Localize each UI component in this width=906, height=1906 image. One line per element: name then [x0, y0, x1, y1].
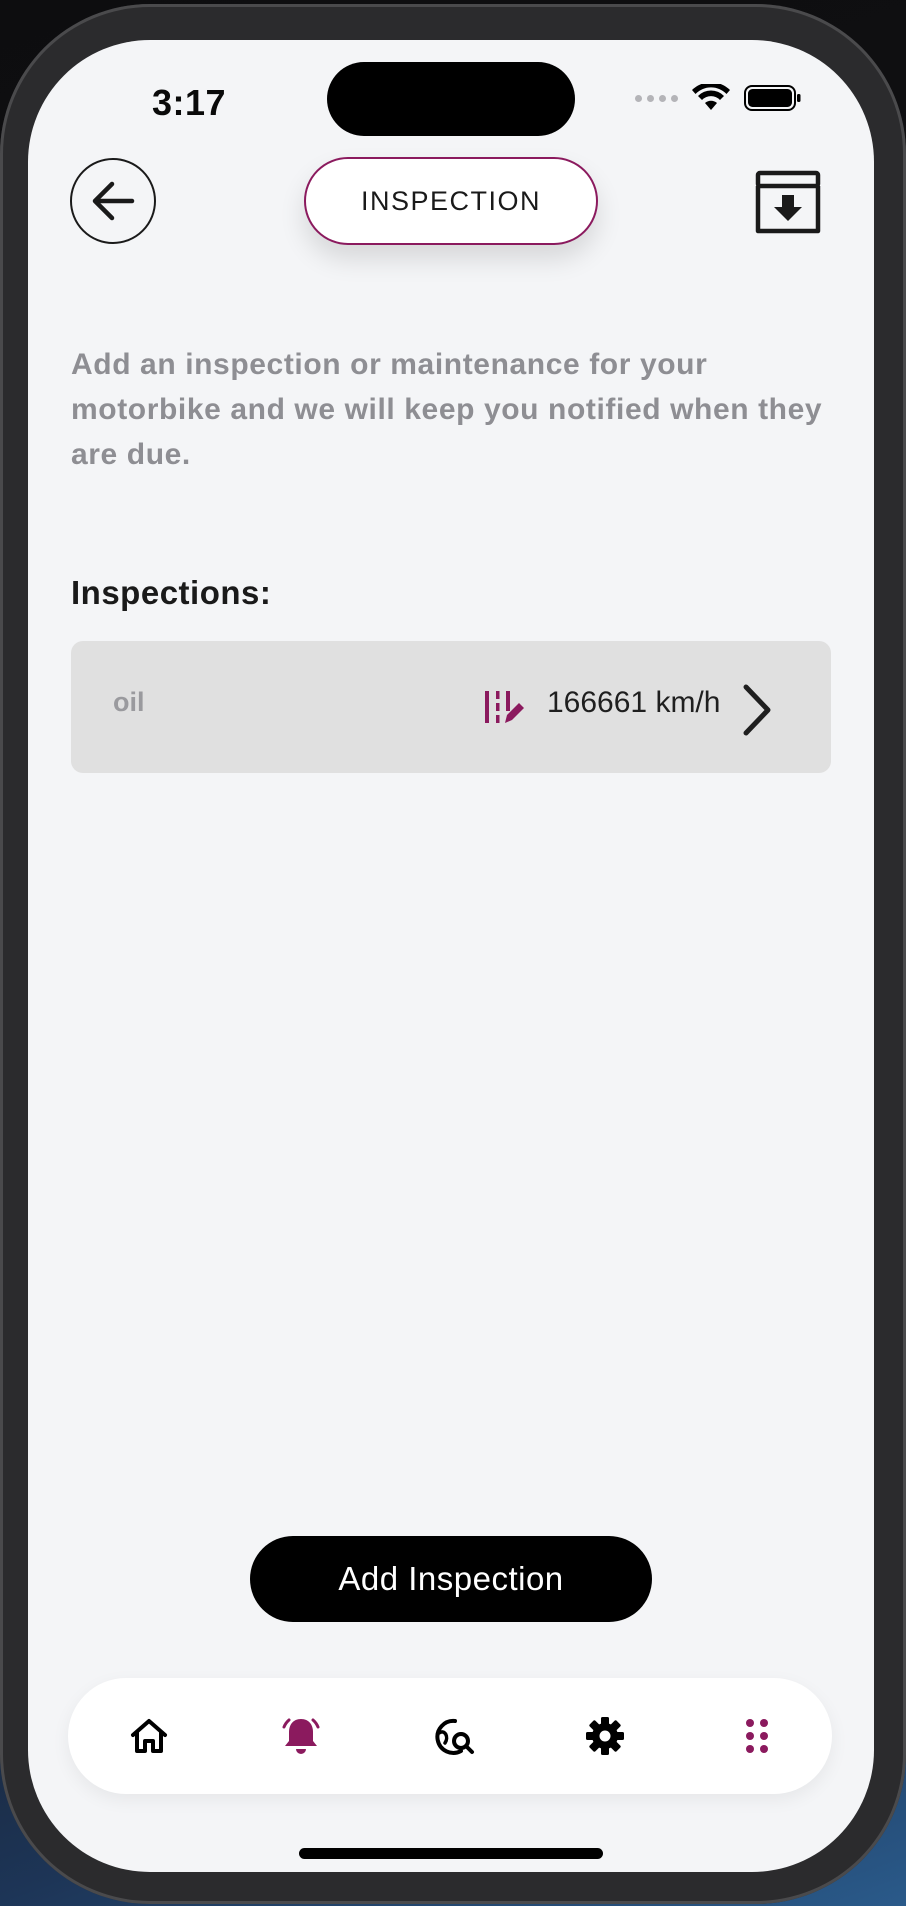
home-indicator	[299, 1848, 603, 1859]
gear-icon	[586, 1717, 624, 1755]
nav-explore[interactable]	[426, 1709, 480, 1763]
cellular-signal-icon	[635, 94, 678, 102]
inspection-row[interactable]: oil 166661 km/h	[71, 641, 831, 773]
odometer-edit-icon	[485, 691, 524, 723]
inspection-name: oil	[113, 687, 145, 717]
intro-text: Add an inspection or maintenance for you…	[71, 348, 823, 471]
inspection-value: 166661 km/h	[547, 686, 721, 719]
wifi-icon	[692, 84, 730, 110]
archive-download-icon	[755, 170, 821, 234]
nav-settings[interactable]	[578, 1709, 632, 1763]
arrow-left-icon	[92, 181, 135, 221]
chevron-right-icon	[743, 684, 771, 736]
bell-icon	[282, 1718, 320, 1754]
status-icons	[635, 84, 802, 112]
bottom-nav	[68, 1678, 832, 1794]
nav-more[interactable]	[730, 1709, 784, 1763]
battery-icon	[744, 85, 801, 111]
phone-frame: 3:17 INSPECTION Add an inspection or mai…	[0, 4, 906, 1904]
page-title: INSPECTION	[304, 157, 598, 245]
dynamic-island	[327, 62, 575, 136]
home-icon	[131, 1719, 167, 1753]
app-screen: 3:17 INSPECTION Add an inspection or mai…	[28, 40, 874, 1872]
nav-home[interactable]	[122, 1709, 176, 1763]
add-inspection-button[interactable]: Add Inspection	[250, 1536, 652, 1622]
inspections-heading: Inspections:	[71, 574, 272, 611]
globe-search-icon	[435, 1718, 474, 1755]
nav-notifications[interactable]	[274, 1709, 328, 1763]
back-button[interactable]	[70, 158, 156, 244]
grid-dots-icon	[746, 1719, 768, 1753]
archive-button[interactable]	[752, 166, 824, 238]
status-time: 3:17	[152, 82, 227, 123]
